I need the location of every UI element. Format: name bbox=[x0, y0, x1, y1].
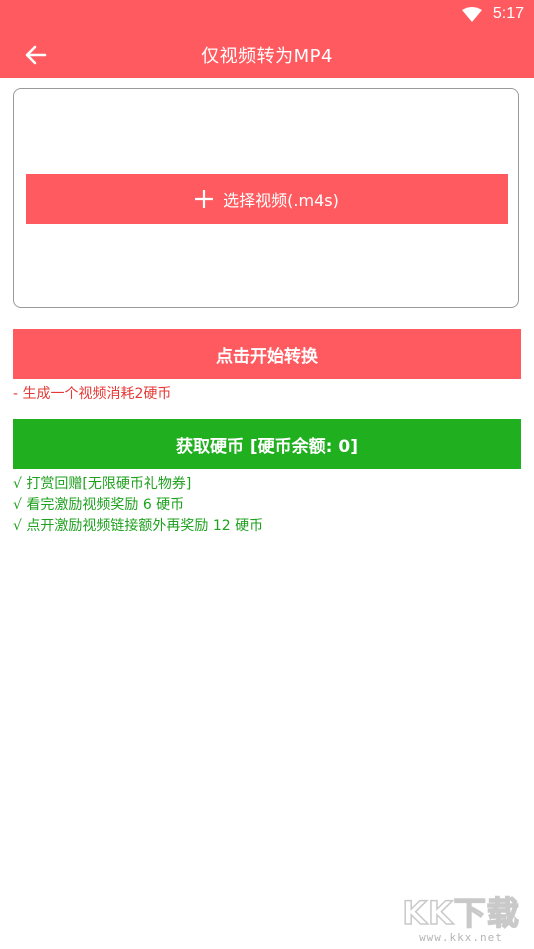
select-video-label: 选择视频(.m4s) bbox=[223, 191, 339, 210]
cost-note: - 生成一个视频消耗2硬币 bbox=[13, 386, 172, 402]
status-bar: 5:17 bbox=[0, 0, 534, 30]
select-video-button[interactable]: 选择视频(.m4s) bbox=[26, 174, 508, 224]
perk-item: √ 点开激励视频链接额外再奖励 12 硬币 bbox=[13, 518, 264, 534]
watermark-url: www.kkx.net bbox=[419, 931, 503, 944]
app-screen: 5:17 仅视频转为MP4 选择视频(.m4s) 点击开始转换 - 生成一个视频… bbox=[0, 0, 534, 949]
perk-list: √ 打赏回赠[无限硬币礼物券] √ 看完激励视频奖励 6 硬币 √ 点开激励视频… bbox=[13, 474, 263, 537]
get-coins-button[interactable]: 获取硬币 [硬币余额: 0] bbox=[13, 419, 521, 469]
watermark: KK下载 www.kkx.net bbox=[396, 894, 526, 949]
get-coins-label: 获取硬币 [硬币余额: 0] bbox=[175, 436, 358, 457]
start-convert-label: 点击开始转换 bbox=[216, 346, 318, 367]
perk-item: √ 看完激励视频奖励 6 硬币 bbox=[13, 497, 185, 513]
app-bar: 仅视频转为MP4 bbox=[0, 30, 534, 78]
start-convert-button[interactable]: 点击开始转换 bbox=[13, 329, 521, 379]
wifi-icon bbox=[462, 7, 482, 22]
perk-item: √ 打赏回赠[无限硬币礼物券] bbox=[13, 476, 192, 492]
status-time: 5:17 bbox=[492, 5, 524, 22]
watermark-logo: KK下载 bbox=[401, 894, 520, 932]
page-title: 仅视频转为MP4 bbox=[201, 46, 333, 67]
plus-icon bbox=[195, 190, 214, 208]
video-picker-card: 选择视频(.m4s) bbox=[13, 88, 519, 308]
